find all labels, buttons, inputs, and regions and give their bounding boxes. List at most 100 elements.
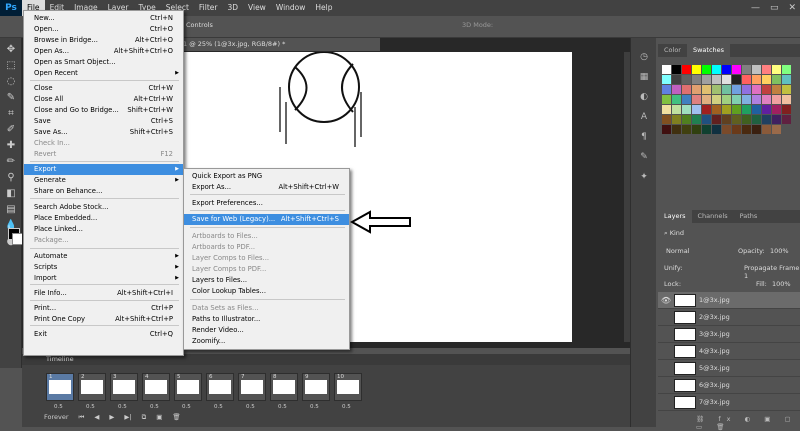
color-swatch[interactable] bbox=[722, 65, 731, 74]
color-swatch[interactable] bbox=[662, 115, 671, 124]
first-frame-icon[interactable]: ⏮ bbox=[79, 413, 85, 422]
color-swatch[interactable] bbox=[752, 125, 761, 134]
propagate-frame-checkbox[interactable]: Propagate Frame 1 bbox=[744, 264, 800, 280]
duplicate-frame-icon[interactable]: ▣ bbox=[156, 413, 162, 422]
color-swatch[interactable] bbox=[712, 115, 721, 124]
delete-frame-icon[interactable]: 🗑 bbox=[172, 413, 180, 422]
color-swatch[interactable] bbox=[742, 75, 751, 84]
color-swatch[interactable] bbox=[672, 125, 681, 134]
color-swatch[interactable] bbox=[662, 125, 671, 134]
adjustments-icon[interactable]: ◐ bbox=[638, 92, 650, 104]
color-swatch[interactable] bbox=[782, 105, 791, 114]
file-menu-item[interactable]: Export ▶ bbox=[24, 164, 183, 175]
timeline-frame[interactable]: 5 bbox=[174, 373, 202, 401]
color-swatch[interactable] bbox=[682, 105, 691, 114]
minimize-button[interactable]: — bbox=[751, 0, 760, 16]
color-swatch[interactable] bbox=[722, 85, 731, 94]
color-swatch[interactable] bbox=[682, 125, 691, 134]
color-swatch[interactable] bbox=[772, 125, 781, 134]
frame-delay[interactable]: 0.5 bbox=[150, 404, 159, 410]
color-swatch[interactable] bbox=[782, 85, 791, 94]
color-swatch[interactable] bbox=[762, 115, 771, 124]
color-swatch[interactable] bbox=[682, 75, 691, 84]
color-swatch[interactable] bbox=[772, 75, 781, 84]
export-menu-item[interactable]: Layers to Files... bbox=[184, 275, 349, 286]
timeline-frame[interactable]: 1 bbox=[46, 373, 74, 401]
layer-row[interactable]: 2@3x.jpg bbox=[658, 309, 800, 326]
color-swatch[interactable] bbox=[762, 95, 771, 104]
export-menu-item[interactable]: Paths to Illustrator... bbox=[184, 314, 349, 325]
file-menu-item[interactable]: Search Adobe Stock... bbox=[24, 202, 183, 213]
file-menu-item[interactable]: Save Ctrl+S bbox=[24, 116, 183, 127]
styles-icon[interactable]: ✦ bbox=[638, 172, 650, 184]
color-swatch[interactable] bbox=[662, 95, 671, 104]
file-menu-item[interactable]: File Info... Alt+Shift+Ctrl+I bbox=[24, 288, 183, 299]
color-swatch[interactable] bbox=[712, 125, 721, 134]
file-menu-item[interactable]: Share on Behance... bbox=[24, 186, 183, 197]
color-swatch[interactable] bbox=[672, 105, 681, 114]
color-swatch[interactable] bbox=[762, 75, 771, 84]
layer-row[interactable]: 3@3x.jpg bbox=[658, 326, 800, 343]
tab-layers[interactable]: Layers bbox=[658, 210, 692, 223]
layer-row[interactable]: 4@3x.jpg bbox=[658, 343, 800, 360]
color-swatch[interactable] bbox=[752, 95, 761, 104]
color-swatch[interactable] bbox=[692, 85, 701, 94]
file-menu-item[interactable]: Exit Ctrl+Q bbox=[24, 329, 183, 340]
color-swatch[interactable] bbox=[772, 95, 781, 104]
color-swatch[interactable] bbox=[682, 115, 691, 124]
layer-row[interactable]: 👁 1@3x.jpg bbox=[658, 292, 800, 309]
color-swatch[interactable] bbox=[782, 115, 791, 124]
document-tab[interactable]: 1 @ 25% (1@3x.jpg, RGB/8#) * bbox=[180, 38, 380, 51]
color-swatch[interactable] bbox=[772, 85, 781, 94]
color-swatch[interactable] bbox=[672, 85, 681, 94]
move-tool-icon[interactable]: ✥ bbox=[4, 42, 18, 56]
color-swatch[interactable] bbox=[782, 95, 791, 104]
color-swatch[interactable] bbox=[732, 95, 741, 104]
color-swatch[interactable] bbox=[772, 115, 781, 124]
layer-row[interactable]: 5@3x.jpg bbox=[658, 360, 800, 377]
file-menu-item[interactable]: Import ▶ bbox=[24, 273, 183, 284]
color-swatch[interactable] bbox=[742, 85, 751, 94]
layer-filter-kind[interactable]: ⌕ Kind bbox=[658, 229, 800, 238]
timeline-frame[interactable]: 10 bbox=[334, 373, 362, 401]
color-swatch[interactable] bbox=[662, 85, 671, 94]
color-swatch[interactable] bbox=[682, 85, 691, 94]
color-swatch[interactable] bbox=[732, 85, 741, 94]
color-swatch[interactable] bbox=[732, 65, 741, 74]
play-icon[interactable]: ▶ bbox=[109, 413, 114, 422]
color-swatch[interactable] bbox=[702, 105, 711, 114]
color-swatch[interactable] bbox=[702, 95, 711, 104]
color-swatch[interactable] bbox=[742, 95, 751, 104]
frame-delay[interactable]: 0.5 bbox=[118, 404, 127, 410]
tab-color[interactable]: Color bbox=[658, 44, 687, 57]
file-menu-item[interactable]: Place Linked... bbox=[24, 224, 183, 235]
file-menu-item[interactable]: Close Ctrl+W bbox=[24, 83, 183, 94]
tab-swatches[interactable]: Swatches bbox=[686, 44, 731, 57]
file-menu-item[interactable]: Save As... Shift+Ctrl+S bbox=[24, 127, 183, 138]
export-menu-item[interactable]: Quick Export as PNG bbox=[184, 171, 349, 182]
color-swatch[interactable] bbox=[702, 75, 711, 84]
color-swatch[interactable] bbox=[662, 105, 671, 114]
history-icon[interactable]: ◷ bbox=[638, 52, 650, 64]
color-swatch[interactable] bbox=[712, 95, 721, 104]
file-menu-item[interactable]: Close and Go to Bridge... Shift+Ctrl+W bbox=[24, 105, 183, 116]
color-swatch[interactable] bbox=[692, 125, 701, 134]
color-swatch[interactable] bbox=[722, 115, 731, 124]
timeline-frame[interactable]: 7 bbox=[238, 373, 266, 401]
color-swatch[interactable] bbox=[692, 75, 701, 84]
color-swatch[interactable] bbox=[712, 65, 721, 74]
visibility-eye-icon[interactable]: 👁 bbox=[658, 296, 674, 305]
timeline-frame[interactable]: 9 bbox=[302, 373, 330, 401]
color-swatch[interactable] bbox=[772, 65, 781, 74]
color-swatch[interactable] bbox=[672, 65, 681, 74]
file-menu-item[interactable]: Open... Ctrl+O bbox=[24, 24, 183, 35]
frame-delay[interactable]: 0.5 bbox=[310, 404, 319, 410]
color-swatch[interactable] bbox=[702, 115, 711, 124]
file-menu-item[interactable]: Place Embedded... bbox=[24, 213, 183, 224]
color-swatch[interactable] bbox=[692, 65, 701, 74]
frame-delay[interactable]: 0.5 bbox=[214, 404, 223, 410]
layer-row[interactable]: 6@3x.jpg bbox=[658, 377, 800, 394]
timeline-frame[interactable]: 4 bbox=[142, 373, 170, 401]
color-swatch[interactable] bbox=[742, 125, 751, 134]
color-swatch[interactable] bbox=[702, 125, 711, 134]
